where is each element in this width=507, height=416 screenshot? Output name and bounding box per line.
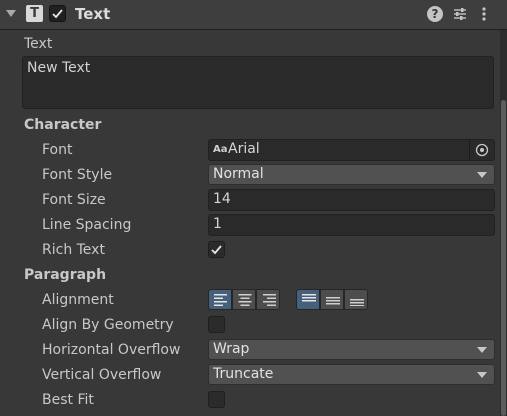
align-by-geometry-checkbox[interactable] [208, 316, 225, 333]
text-label: Text [24, 36, 53, 52]
rich-text-label: Rich Text [42, 242, 105, 258]
help-icon[interactable]: ? [427, 6, 443, 22]
character-heading: Character [24, 117, 102, 133]
text-component-icon: T [26, 5, 43, 22]
align-top-icon [302, 294, 316, 302]
dropdown-arrow-icon [477, 347, 487, 353]
text-input-value: New Text [27, 60, 91, 76]
rich-text-checkbox[interactable] [208, 241, 225, 258]
align-left-icon [214, 294, 227, 306]
line-spacing-input[interactable]: 1 [208, 214, 495, 236]
vertical-overflow-label: Vertical Overflow [42, 367, 162, 383]
align-bottom-button[interactable] [344, 289, 368, 310]
align-by-geometry-label: Align By Geometry [42, 317, 174, 333]
vertical-overflow-value: Truncate [213, 366, 274, 382]
align-bottom-icon [350, 299, 364, 306]
line-spacing-value: 1 [213, 216, 222, 232]
best-fit-checkbox[interactable] [208, 391, 225, 408]
line-spacing-label: Line Spacing [42, 217, 132, 233]
component-enabled-checkbox[interactable] [49, 5, 66, 22]
font-size-input[interactable]: 14 [208, 189, 495, 211]
alignment-label: Alignment [42, 292, 114, 308]
object-picker-icon[interactable] [475, 143, 489, 157]
align-middle-icon [326, 297, 340, 305]
font-asset-icon: Aa [213, 144, 228, 155]
horizontal-overflow-value: Wrap [213, 341, 250, 357]
font-size-label: Font Size [42, 192, 106, 208]
align-middle-button[interactable] [320, 289, 344, 310]
align-left-button[interactable] [208, 289, 232, 310]
paragraph-heading: Paragraph [24, 267, 107, 283]
dropdown-arrow-icon [477, 372, 487, 378]
text-input-area[interactable]: New Text [22, 56, 494, 109]
font-value: Arial [228, 141, 260, 157]
scrollbar-thumb[interactable] [501, 100, 506, 416]
align-center-icon [238, 294, 252, 306]
align-right-icon [263, 294, 276, 306]
picker-divider [469, 140, 470, 160]
align-right-button[interactable] [256, 289, 280, 310]
font-label: Font [42, 142, 73, 158]
fold-arrow-icon[interactable] [6, 10, 16, 17]
horizontal-overflow-label: Horizontal Overflow [42, 342, 181, 358]
font-object-field[interactable]: Aa Arial [208, 139, 495, 161]
context-menu-icon[interactable] [479, 6, 489, 22]
font-style-dropdown[interactable]: Normal [208, 164, 495, 185]
font-size-value: 14 [213, 191, 231, 207]
horizontal-overflow-dropdown[interactable]: Wrap [208, 339, 495, 360]
font-style-value: Normal [213, 166, 264, 182]
vertical-overflow-dropdown[interactable]: Truncate [208, 364, 495, 385]
best-fit-label: Best Fit [42, 392, 94, 408]
component-title: Text [75, 5, 111, 23]
align-top-button[interactable] [296, 289, 320, 310]
dropdown-arrow-icon [477, 172, 487, 178]
presets-icon[interactable] [452, 6, 468, 22]
font-style-label: Font Style [42, 167, 113, 183]
align-center-button[interactable] [232, 289, 256, 310]
component-header[interactable]: T Text ? [0, 0, 507, 30]
